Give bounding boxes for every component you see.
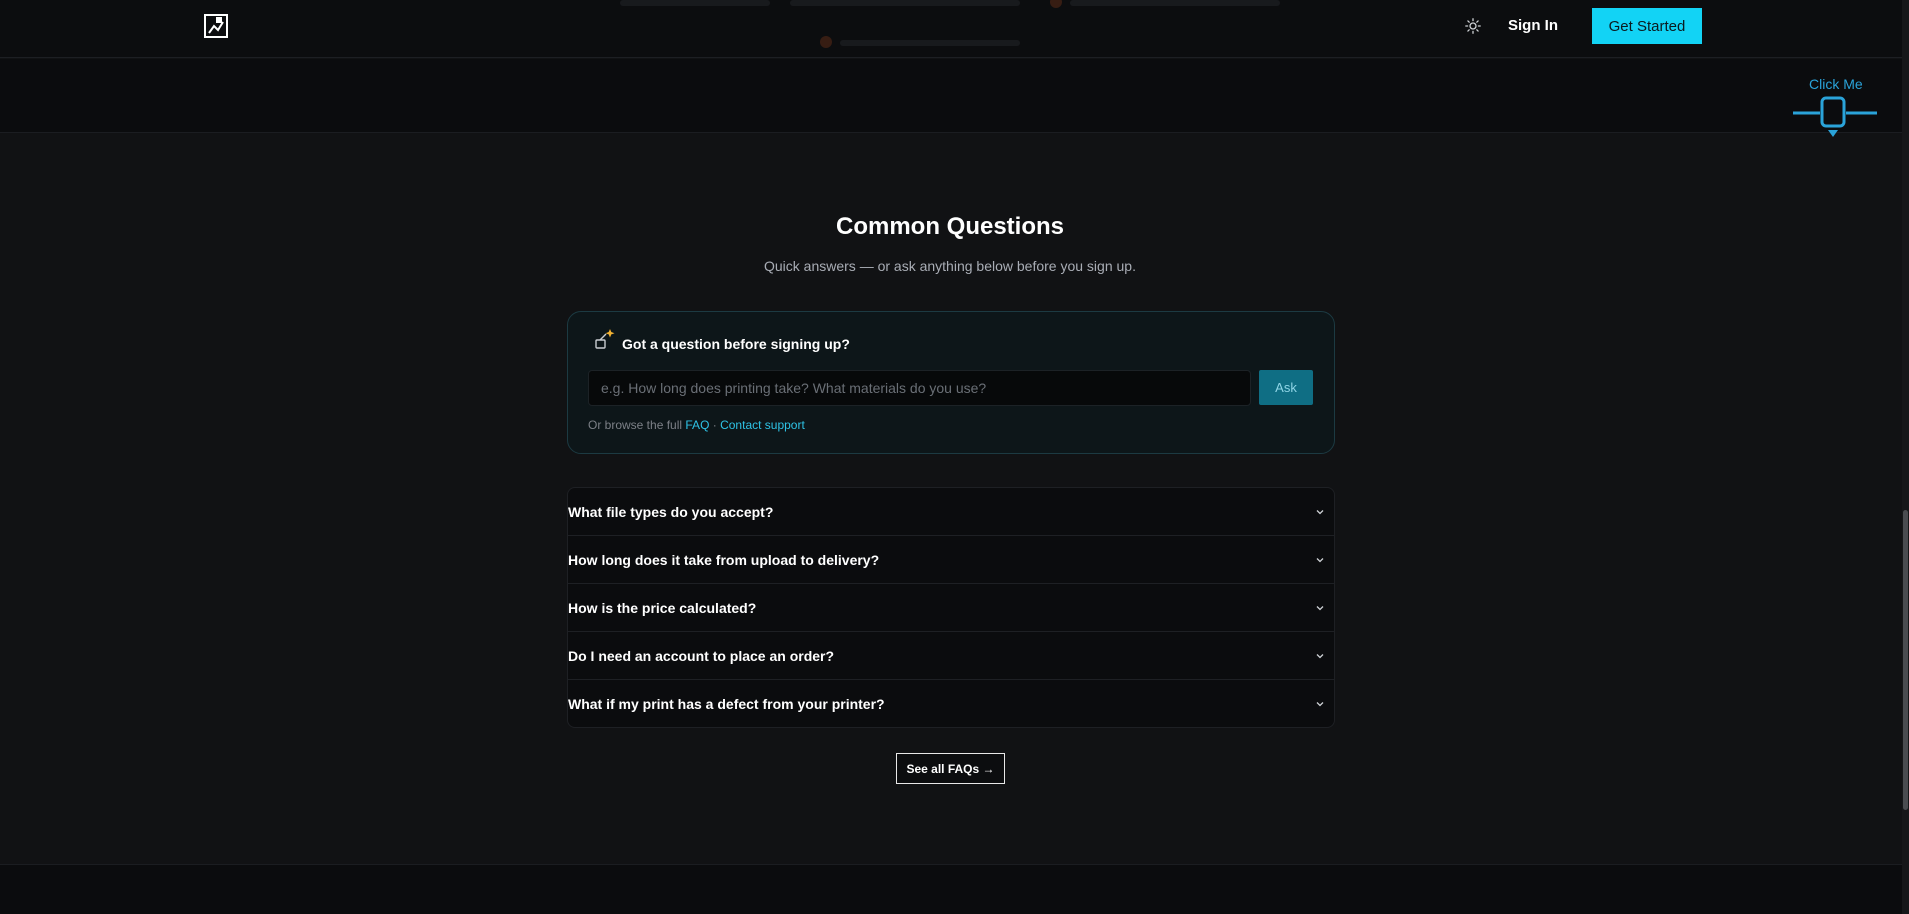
click-me-widget[interactable] [1793, 94, 1879, 140]
section-subtitle: Quick answers — or ask anything below be… [764, 258, 1136, 274]
faq-item[interactable]: What file types do you accept? [568, 488, 1334, 536]
sparkle-emoji-icon [592, 327, 618, 353]
sign-in-link[interactable]: Sign In [1508, 16, 1558, 36]
chevron-down-icon [1316, 605, 1324, 610]
faq-accordion: What file types do you accept? How long … [567, 487, 1335, 728]
footer-prefix: Or browse the full [588, 418, 683, 432]
section-title: Common Questions [835, 213, 1064, 240]
chevron-down-icon [1316, 557, 1324, 562]
ask-question-card: Got a question before signing up? Ask Or… [567, 311, 1335, 454]
ask-button[interactable]: Ask [1259, 370, 1313, 405]
faq-item[interactable]: Do I need an account to place an order? [568, 632, 1334, 680]
faq-question: What file types do you accept? [568, 503, 774, 520]
faq-item[interactable]: How is the price calculated? [568, 584, 1334, 632]
scrollbar-track[interactable] [1902, 0, 1909, 914]
footer-band [0, 864, 1909, 914]
get-started-button[interactable]: Get Started [1592, 8, 1702, 44]
footer-separator: · [712, 418, 717, 432]
chevron-down-icon [1316, 702, 1324, 707]
logo-icon[interactable] [204, 14, 228, 38]
faq-item[interactable]: How long does it take from upload to del… [568, 536, 1334, 584]
ask-card-footer: Or browse the full FAQ · Contact support [588, 418, 805, 432]
sun-icon[interactable] [1463, 16, 1483, 36]
faq-item[interactable]: What if my print has a defect from your … [568, 680, 1334, 727]
contact-support-link[interactable]: Contact support [720, 418, 805, 432]
faq-question: What if my print has a defect from your … [568, 696, 885, 712]
faq-link[interactable]: FAQ [685, 418, 709, 432]
scrollbar-thumb[interactable] [1903, 510, 1908, 810]
hero-band [0, 59, 1909, 133]
chevron-down-icon [1316, 509, 1324, 514]
ask-card-title: Got a question before signing up? [622, 336, 850, 352]
faq-question: Do I need an account to place an order? [568, 647, 835, 664]
see-all-faqs-button[interactable]: See all FAQs → [896, 753, 1005, 784]
click-me-label: Click Me [1809, 76, 1863, 92]
faded-announcement [620, 0, 1300, 54]
faq-question: How is the price calculated? [568, 599, 757, 616]
top-nav: Sign In Get Started [0, 0, 1909, 58]
question-input[interactable] [588, 370, 1251, 406]
faq-question: How long does it take from upload to del… [568, 551, 880, 568]
chevron-down-icon [1316, 653, 1324, 658]
